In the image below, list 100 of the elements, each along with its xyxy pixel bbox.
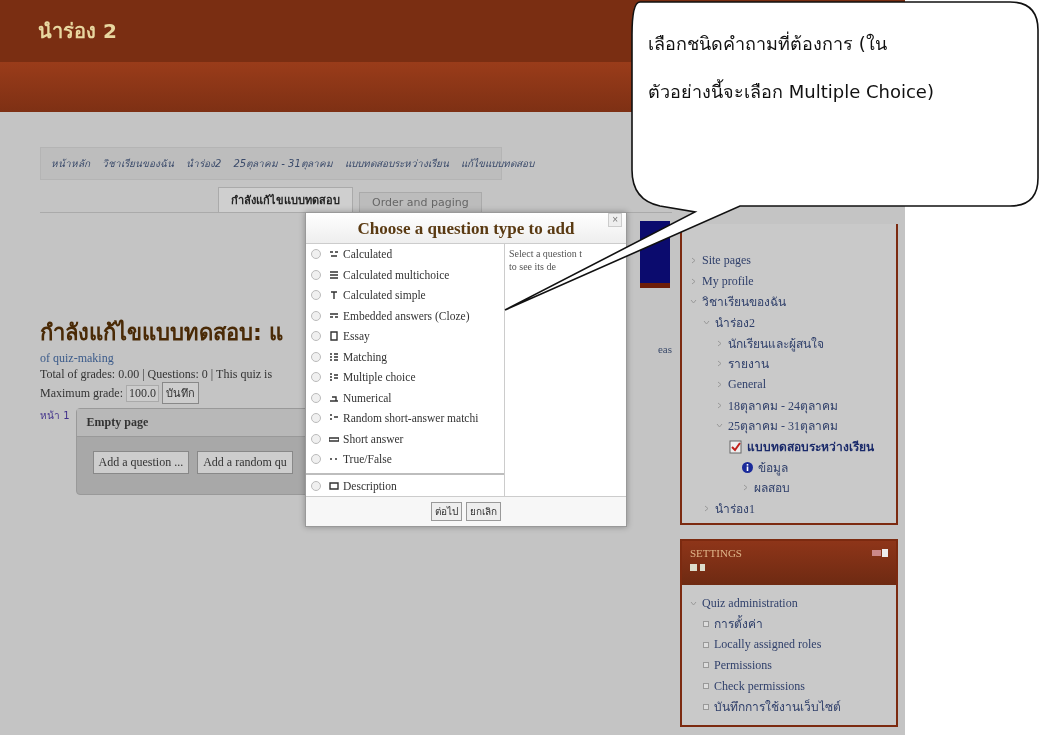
tree-item[interactable]: My profile — [702, 273, 754, 289]
question-type-icon — [329, 269, 339, 280]
question-type-row[interactable]: Multiple choice — [306, 367, 504, 388]
radio-button[interactable] — [311, 413, 321, 424]
question-type-row[interactable]: True/False — [306, 449, 504, 470]
chevron-right-icon[interactable] — [716, 339, 723, 347]
tree-item[interactable]: ข้อมูล — [758, 457, 788, 477]
dialog-button[interactable]: ต่อไป — [431, 502, 462, 521]
dock-icon[interactable] — [872, 548, 888, 557]
question-type-label[interactable]: Numerical — [343, 391, 392, 404]
save-button[interactable]: บันทึก — [162, 382, 199, 404]
breadcrumb-link[interactable]: 25ตุลาคม - 31ตุลาคม — [233, 156, 333, 171]
question-type-row[interactable]: Calculated — [306, 244, 504, 265]
tree-item[interactable]: Site pages — [702, 252, 751, 268]
chevron-down-icon[interactable] — [716, 422, 723, 430]
help-text: Select a question t — [509, 247, 583, 260]
tree-item[interactable]: 25ตุลาคม - 31ตุลาคม — [728, 416, 838, 436]
grades-summary: Total of grades: 0.00 | Questions: 0 | This quiz is — [40, 366, 273, 382]
tree-item[interactable]: Check permissions — [714, 678, 805, 694]
question-type-row[interactable]: Calculated simple — [306, 285, 504, 306]
tree-item[interactable]: การตั้งค่า — [714, 614, 763, 634]
breadcrumb-link[interactable]: วิชาเรียนของฉัน — [102, 156, 174, 171]
question-type-row[interactable]: Essay — [306, 326, 504, 347]
radio-button[interactable] — [311, 433, 321, 444]
quiz-icon — [729, 439, 742, 454]
breadcrumb-link[interactable]: แก้ไขแบบทดสอบ — [460, 156, 534, 171]
breadcrumb-link[interactable]: นำร่อง2 — [186, 156, 222, 171]
tree-item[interactable]: นักเรียนและผู้สนใจ — [728, 333, 824, 353]
chevron-right-icon[interactable] — [716, 401, 723, 409]
question-type-label[interactable]: Matching — [343, 350, 388, 363]
tree-item[interactable]: บันทึกการใช้งานเว็บไซต์ — [714, 697, 841, 717]
callout-text: เลือกชนิดคำถามที่ต้องการ (ในตัวอย่างนี้จะเลือก Multiple Choice) — [648, 30, 935, 104]
question-type-label[interactable]: Calculated multichoice — [343, 268, 450, 281]
question-type-label[interactable]: Description — [343, 479, 397, 492]
chevron-right-icon[interactable] — [690, 256, 697, 264]
question-type-icon — [329, 331, 339, 342]
question-type-row[interactable]: Numerical — [306, 387, 504, 408]
page-label: หน้า 1 — [40, 409, 70, 423]
tree-item[interactable]: ผลสอบ — [754, 478, 790, 498]
tree-item[interactable]: รายงาน — [728, 354, 769, 374]
chevron-right-icon[interactable] — [703, 505, 710, 513]
radio-button[interactable] — [311, 454, 321, 465]
tree-item[interactable]: นำร่อง1 — [715, 499, 755, 519]
question-type-row[interactable]: Description — [306, 472, 504, 496]
chevron-down-icon[interactable] — [690, 599, 697, 607]
dialog-title: Choose a question type to add — [357, 219, 575, 238]
radio-button[interactable] — [311, 290, 321, 301]
question-type-label[interactable]: Multiple choice — [343, 371, 416, 384]
chevron-down-icon[interactable] — [703, 318, 710, 326]
description-text: eas — [657, 343, 672, 355]
question-type-label[interactable]: Calculated simple — [343, 289, 426, 302]
radio-button[interactable] — [311, 310, 321, 321]
tree-item[interactable]: General — [728, 376, 766, 392]
question-type-row[interactable]: Embedded answers (Cloze) — [306, 305, 504, 326]
chevron-right-icon[interactable] — [716, 360, 723, 368]
question-type-icon — [329, 480, 339, 491]
question-type-label[interactable]: Essay — [343, 330, 370, 343]
tab[interactable]: กำลังแก้ไขแบบทดสอบ — [218, 187, 353, 212]
radio-button[interactable] — [311, 351, 321, 362]
question-type-icon — [329, 290, 339, 301]
question-type-row[interactable]: Matching — [306, 346, 504, 367]
tree-item[interactable]: นำร่อง2 — [715, 312, 755, 332]
block-title: SETTINGS — [690, 546, 742, 559]
add-question-button[interactable]: Add a random qu — [197, 451, 293, 474]
radio-button[interactable] — [311, 249, 321, 260]
site-title[interactable]: นำร่อง 2 — [38, 15, 117, 47]
chevron-right-icon[interactable] — [690, 277, 697, 285]
tree-item[interactable]: วิชาเรียนของฉัน — [702, 292, 786, 312]
max-grade-field[interactable]: 100.0 — [126, 384, 159, 402]
breadcrumb-link[interactable]: หน้าหลัก — [51, 156, 90, 171]
question-type-row[interactable]: Calculated multichoice — [306, 264, 504, 285]
chevron-down-icon[interactable] — [690, 298, 697, 306]
question-type-label[interactable]: True/False — [343, 453, 392, 466]
page-heading: กำลังแก้ไขแบบทดสอบ: แ — [40, 318, 284, 347]
dialog-button[interactable]: ยกเลิก — [466, 502, 501, 521]
help-text: to see its de — [509, 260, 556, 273]
tree-item[interactable]: แบบทดสอบระหว่างเรียน — [747, 437, 874, 457]
close-button[interactable]: × — [608, 213, 622, 227]
bullet-icon — [703, 641, 709, 648]
question-type-icon — [329, 249, 339, 260]
chevron-right-icon[interactable] — [716, 380, 723, 388]
tree-item[interactable]: Locally assigned roles — [714, 637, 822, 653]
radio-button[interactable] — [311, 392, 321, 403]
info-icon — [742, 461, 753, 473]
radio-button[interactable] — [311, 331, 321, 342]
breadcrumb-link[interactable]: แบบทดสอบระหว่างเรียน — [344, 156, 449, 171]
question-type-label[interactable]: Embedded answers (Cloze) — [343, 309, 470, 322]
radio-button[interactable] — [311, 372, 321, 383]
tree-item[interactable]: 18ตุลาคม - 24ตุลาคม — [728, 395, 838, 415]
max-grade-label: Maximum grade: — [40, 385, 123, 401]
add-question-button[interactable]: Add a question ... — [92, 451, 190, 474]
bullet-icon — [703, 683, 709, 690]
question-type-label[interactable]: Calculated — [343, 248, 393, 261]
tree-item[interactable]: Quiz administration — [702, 595, 798, 611]
question-type-icon — [329, 372, 339, 383]
radio-button[interactable] — [311, 269, 321, 280]
radio-button[interactable] — [311, 480, 321, 491]
quiz-subtitle: of quiz-making — [40, 350, 114, 366]
tree-item[interactable]: Permissions — [714, 657, 772, 673]
chevron-right-icon[interactable] — [742, 484, 749, 492]
